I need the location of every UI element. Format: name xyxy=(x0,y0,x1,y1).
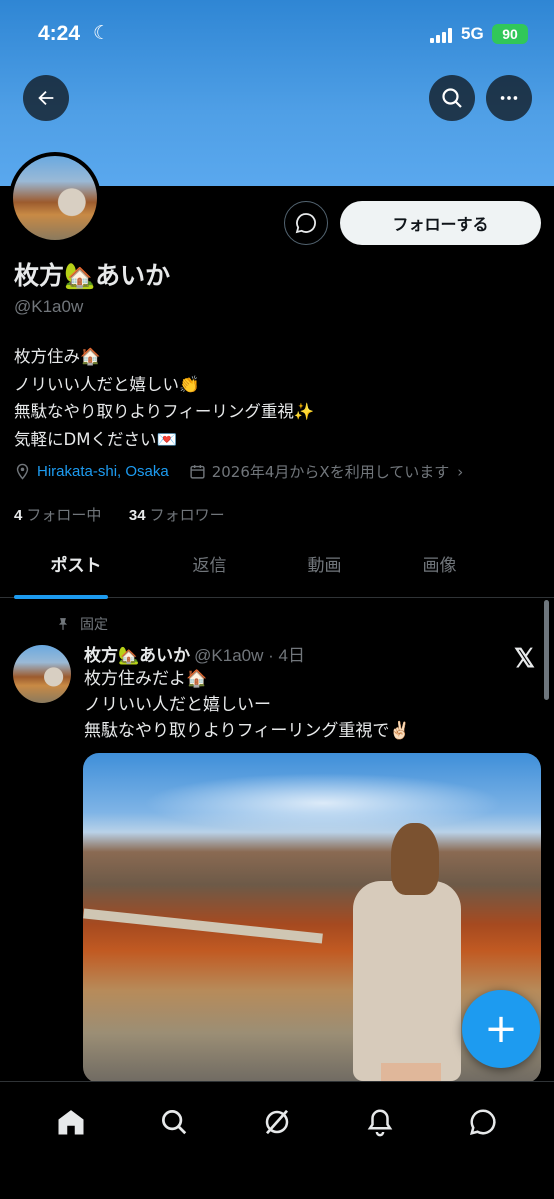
location-pin-icon xyxy=(16,463,29,480)
post-line: 無駄なやり取りよりフィーリング重視で✌🏻 xyxy=(84,721,411,741)
home-icon xyxy=(58,1110,84,1135)
profile-tabs: ポスト 返信 動画 画像 xyxy=(0,541,554,599)
profile-avatar[interactable] xyxy=(9,152,101,244)
bio-line: 無駄なやり取りよりフィーリング重視✨ xyxy=(14,402,315,421)
nav-grok[interactable] xyxy=(253,1098,301,1146)
pinned-label: 固定 xyxy=(80,617,108,633)
post-author-handle[interactable]: @K1a0w · 4日 xyxy=(194,646,305,665)
post-header: 枚方🏡あいか @K1a0w · 4日 xyxy=(84,641,305,666)
tab-videos[interactable]: 動画 xyxy=(267,541,382,597)
scrollbar[interactable] xyxy=(544,600,549,700)
nav-home[interactable] xyxy=(47,1098,95,1146)
tab-images[interactable]: 画像 xyxy=(382,541,497,597)
bio-line: 枚方住み🏠 xyxy=(14,347,101,366)
user-handle: @K1a0w xyxy=(14,297,84,316)
search-icon xyxy=(162,1110,187,1135)
profile-bio: 枚方住み🏠 ノリいい人だと嬉しい👏 無駄なやり取りよりフィーリング重視✨ 気軽に… xyxy=(14,343,314,453)
display-name: 枚方🏡あいか xyxy=(14,261,171,290)
post-author-avatar[interactable] xyxy=(13,645,71,703)
pinned-indicator: 固定 xyxy=(56,614,108,634)
follow-button[interactable]: フォローする xyxy=(340,201,541,245)
bottom-navigation xyxy=(0,1081,554,1199)
bio-line: ノリいい人だと嬉しい👏 xyxy=(14,374,200,394)
message-button[interactable] xyxy=(284,201,328,245)
nav-notifications[interactable] xyxy=(356,1098,404,1146)
avatar-image xyxy=(13,156,97,240)
search-icon xyxy=(442,88,462,108)
location-link[interactable]: Hirakata-shi, Osaka xyxy=(37,463,169,480)
network-type: 5G xyxy=(461,24,484,43)
post-line: 枚方住みだよ🏠 xyxy=(84,669,208,689)
back-button[interactable] xyxy=(23,75,69,121)
pin-icon xyxy=(58,618,68,630)
tab-posts[interactable]: ポスト xyxy=(0,541,152,599)
nav-search[interactable] xyxy=(150,1098,198,1146)
cellular-signal-icon xyxy=(430,27,452,43)
bell-icon xyxy=(367,1109,393,1137)
followers-link[interactable]: 34 フォロワー xyxy=(129,506,225,524)
status-time: 4:24 xyxy=(38,22,81,45)
focus-moon-icon: ☾ xyxy=(93,22,111,44)
grok-icon xyxy=(265,1109,289,1135)
follow-stats: 4 フォロー中 34 フォロワー xyxy=(14,504,225,525)
photo-person xyxy=(313,823,461,1083)
more-button[interactable] xyxy=(486,75,532,121)
calendar-icon xyxy=(190,465,205,479)
arrow-left-icon xyxy=(38,90,54,106)
nav-messages[interactable] xyxy=(459,1098,507,1146)
search-button[interactable] xyxy=(429,75,475,121)
profile-meta: Hirakata-shi, Osaka 2026年4月からXを利用しています › xyxy=(14,461,463,482)
more-horizontal-icon xyxy=(500,96,518,100)
plus-icon: + xyxy=(484,1006,518,1052)
post-text[interactable]: 枚方住みだよ🏠 ノリいい人だと嬉しいー 無駄なやり取りよりフィーリング重視で✌🏻 xyxy=(84,666,411,744)
photo-fence xyxy=(83,908,323,944)
compose-button[interactable]: + xyxy=(462,990,540,1068)
post-line: ノリいい人だと嬉しいー xyxy=(84,695,271,715)
post-author-name[interactable]: 枚方🏡あいか xyxy=(84,646,190,666)
status-bar: 4:24 ☾ 5G 90 xyxy=(0,0,554,70)
bio-line: 気軽にDMください💌 xyxy=(14,429,177,449)
battery-indicator: 90 xyxy=(492,24,528,44)
chevron-right-icon: › xyxy=(457,462,464,481)
joined-date[interactable]: 2026年4月からXを利用しています xyxy=(212,461,450,482)
x-logo-icon: 𝕏 xyxy=(514,643,535,673)
messages-icon xyxy=(469,1109,496,1136)
tab-replies[interactable]: 返信 xyxy=(152,541,267,597)
following-link[interactable]: 4 フォロー中 xyxy=(14,506,101,524)
message-bubble-icon xyxy=(295,213,316,234)
